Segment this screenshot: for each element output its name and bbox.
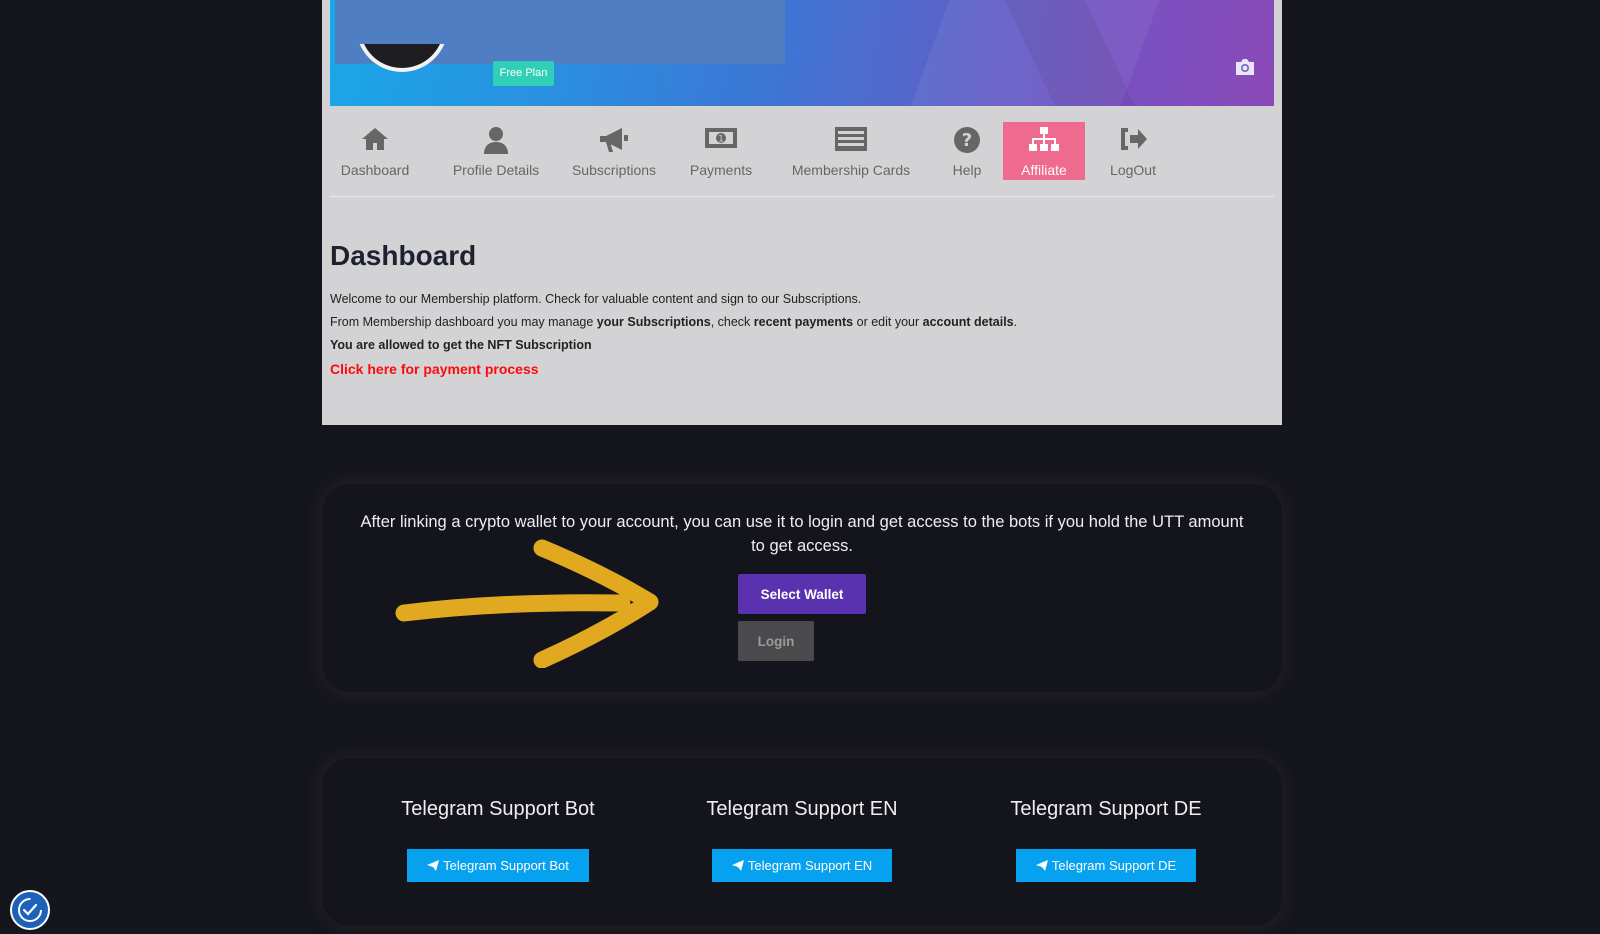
tab-affiliate[interactable]: Affiliate (1003, 122, 1085, 180)
login-button[interactable]: Login (738, 621, 814, 661)
divider (330, 196, 1274, 197)
tab-membership-cards[interactable]: Membership Cards (781, 122, 921, 180)
support-title: Telegram Support DE (1010, 798, 1202, 820)
money-icon: 1 (704, 126, 738, 154)
select-wallet-button[interactable]: Select Wallet (738, 574, 866, 614)
megaphone-icon (598, 126, 630, 154)
dashboard-panel: Free Plan Dashboard Profile Details Subs… (322, 0, 1282, 425)
page-title: Dashboard (330, 240, 477, 271)
tab-label: Help (952, 162, 982, 178)
list-card-icon (834, 126, 868, 154)
tab-subscriptions[interactable]: Subscriptions (567, 122, 661, 180)
support-card: Telegram Support Bot Telegram Support Bo… (322, 758, 1282, 926)
svg-text:?: ? (962, 130, 972, 151)
support-en-column: Telegram Support EN Telegram Support EN (672, 798, 932, 882)
tab-dashboard[interactable]: Dashboard (337, 122, 413, 180)
tab-label: Membership Cards (791, 162, 911, 178)
profile-nav: Dashboard Profile Details Subscriptions … (322, 122, 1282, 180)
question-icon: ? (953, 126, 981, 154)
user-icon (483, 126, 509, 154)
accessibility-icon (18, 898, 42, 922)
arrow-annotation (395, 539, 659, 668)
support-title: Telegram Support Bot (401, 798, 595, 820)
tab-label: Affiliate (1021, 162, 1067, 178)
tab-payments[interactable]: 1 Payments (685, 122, 757, 180)
tab-help[interactable]: ? Help (943, 122, 991, 180)
telegram-icon (731, 850, 744, 883)
telegram-support-de-button[interactable]: Telegram Support DE (1015, 849, 1197, 883)
logout-icon (1118, 126, 1148, 154)
support-title: Telegram Support EN (706, 798, 898, 820)
wallet-card: After linking a crypto wallet to your ac… (322, 484, 1282, 692)
tab-label: Payments (689, 162, 753, 178)
tab-label: LogOut (1110, 162, 1156, 178)
telegram-support-bot-button[interactable]: Telegram Support Bot (407, 849, 589, 882)
dashboard-description: From Membership dashboard you may manage… (330, 315, 1018, 329)
welcome-text: Welcome to our Membership platform. Chec… (330, 292, 862, 306)
sitemap-icon (1028, 126, 1060, 154)
support-bot-column: Telegram Support Bot Telegram Support Bo… (368, 798, 628, 882)
tab-profile-details[interactable]: Profile Details (446, 122, 546, 180)
svg-text:1: 1 (718, 135, 724, 145)
support-de-column: Telegram Support DE Telegram Support DE (976, 798, 1236, 882)
tab-label: Dashboard (340, 162, 410, 178)
telegram-icon (1035, 850, 1048, 883)
camera-icon[interactable] (1234, 58, 1256, 81)
telegram-icon (427, 850, 440, 883)
tab-label: Profile Details (452, 162, 540, 178)
tab-logout[interactable]: LogOut (1097, 122, 1169, 180)
telegram-support-en-button[interactable]: Telegram Support EN (711, 849, 893, 883)
payment-process-link[interactable]: Click here for payment process (330, 361, 539, 377)
cover-image: Free Plan (330, 0, 1274, 106)
tab-label: Subscriptions (571, 162, 657, 178)
plan-badge: Free Plan (493, 61, 554, 86)
accessibility-button[interactable] (10, 890, 50, 930)
nft-notice: You are allowed to get the NFT Subscript… (330, 338, 592, 352)
home-icon (361, 126, 389, 154)
